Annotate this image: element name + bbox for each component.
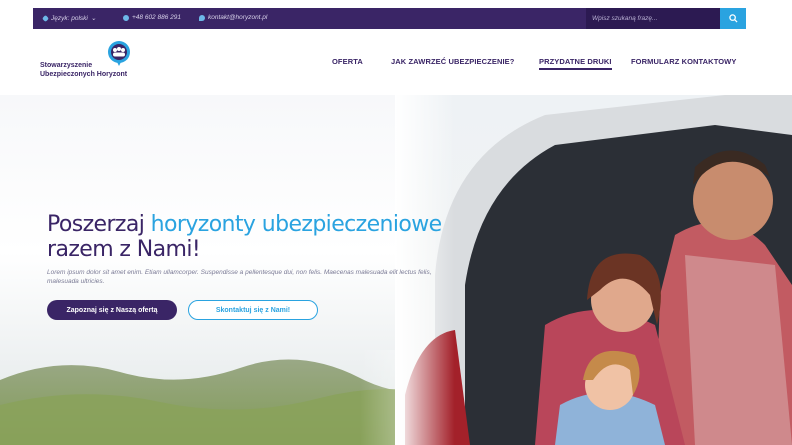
language-selector[interactable]: Język: polski ⌄ <box>41 14 97 22</box>
site-logo[interactable]: Stowarzyszenie Ubezpieczonych Horyzont <box>40 40 150 84</box>
phone-link[interactable]: +48 602 886 291 <box>123 14 181 21</box>
chat-icon <box>199 14 205 21</box>
logo-text: Stowarzyszenie Ubezpieczonych Horyzont <box>40 61 127 79</box>
family-photo <box>395 95 792 445</box>
hero-description: Lorem ipsum dolor sit amet enim. Etiam u… <box>47 269 432 285</box>
offer-button[interactable]: Zapoznaj się z Naszą ofertą <box>47 300 177 320</box>
top-bar: Język: polski ⌄ +48 602 886 291 kontakt@… <box>33 8 746 29</box>
headline-highlight: horyzonty ubezpieczeniowe <box>150 212 442 237</box>
email-address: kontakt@horyzont.pl <box>208 14 268 21</box>
logo-line-2: Ubezpieczonych Horyzont <box>40 71 128 78</box>
logo-line-1: Stowarzyszenie <box>40 62 93 69</box>
email-link[interactable]: kontakt@horyzont.pl <box>199 14 267 21</box>
search-button[interactable] <box>720 8 746 29</box>
hero-headline: Poszerzaj horyzonty ubezpieczeniowe raze… <box>47 212 442 262</box>
nav-item-jak-zawrzec[interactable]: JAK ZAWRZEĆ UBEZPIECZENIE? <box>391 57 514 66</box>
headline-line-2: razem z Nami! <box>47 237 201 262</box>
chevron-down-icon: ⌄ <box>90 15 97 22</box>
search-box <box>586 8 726 29</box>
search-icon <box>728 14 738 23</box>
phone-number: +48 602 886 291 <box>132 14 181 21</box>
phone-icon <box>123 14 129 21</box>
contact-button[interactable]: Skontaktuj się z Nami! <box>188 300 318 320</box>
headline-line-1: Poszerzaj horyzonty ubezpieczeniowe <box>47 212 442 237</box>
search-input[interactable] <box>592 13 718 24</box>
language-label: Język: polski <box>51 14 88 22</box>
gear-icon <box>41 14 50 22</box>
nav-item-oferta[interactable]: OFERTA <box>332 57 363 66</box>
headline-text: Poszerzaj <box>47 212 151 237</box>
nav-item-przydatne-druki[interactable]: PRZYDATNE DRUKI <box>539 57 612 70</box>
nav-item-formularz[interactable]: FORMULARZ KONTAKTOWY <box>631 57 736 66</box>
